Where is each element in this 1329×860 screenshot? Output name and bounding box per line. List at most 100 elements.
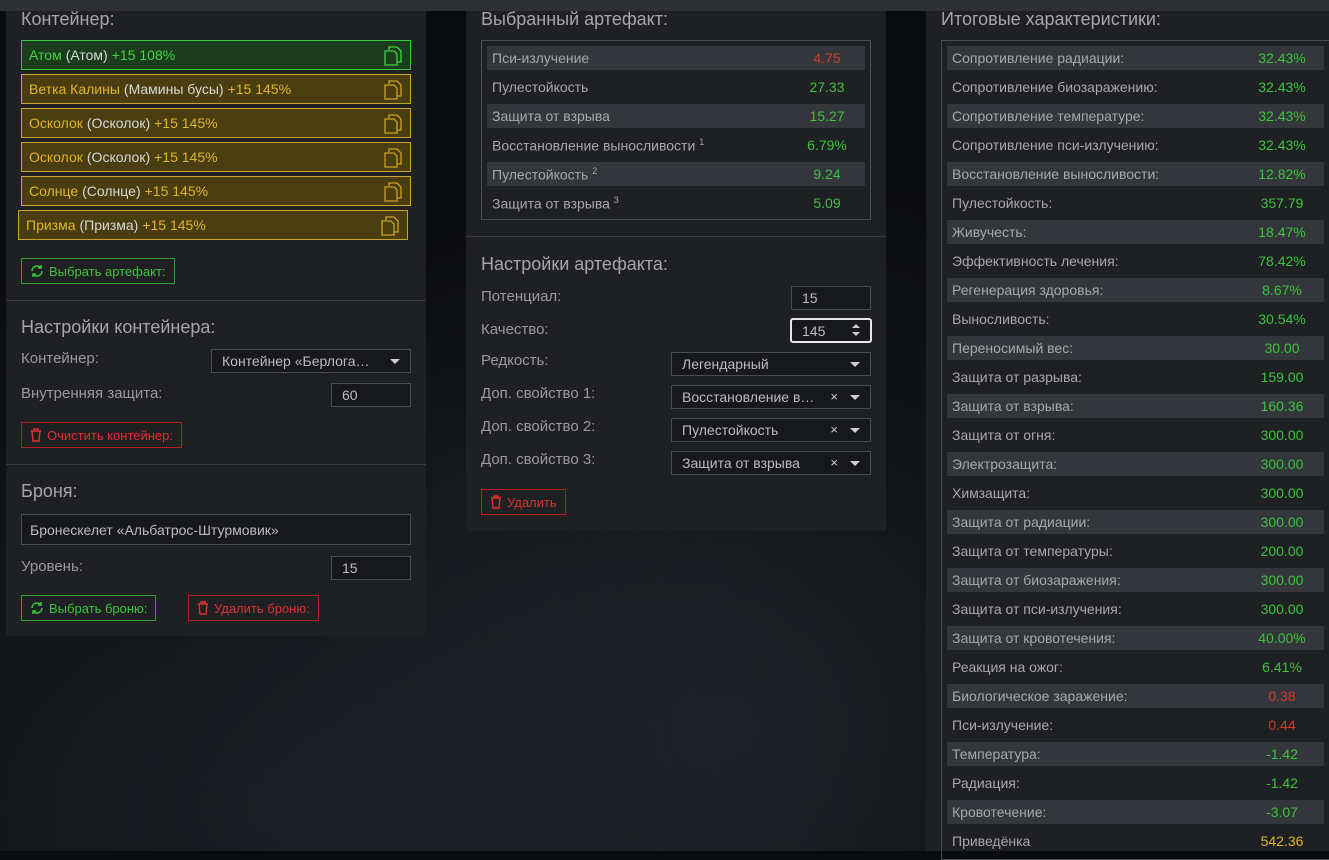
total-value: 542.36 — [1260, 833, 1304, 849]
potential-input[interactable]: 15 — [791, 286, 871, 310]
total-value: 30.00 — [1264, 340, 1300, 356]
total-row: Защита от огня: 300.00 — [947, 423, 1324, 447]
rarity-value: Легендарный — [682, 356, 769, 372]
stat-value: 6.79% — [807, 137, 847, 153]
container-label: Контейнер: — [21, 350, 99, 367]
armor-level-input[interactable]: 15 — [331, 556, 411, 580]
total-value: 159.00 — [1260, 369, 1304, 385]
clear-container-button[interactable]: Очистить контейнер: — [21, 422, 182, 448]
refresh-icon — [31, 265, 43, 277]
total-name: Живучесть: — [952, 224, 1027, 240]
total-row: Реакция на ожог: 6.41% — [947, 655, 1324, 679]
total-value: 300.00 — [1260, 514, 1304, 530]
total-value: -3.07 — [1266, 804, 1298, 820]
totals-stats: Сопротивление радиации: 32.43% Сопротивлен… — [941, 40, 1329, 860]
total-name: Защита от радиации: — [952, 514, 1091, 530]
artifact-slot[interactable]: Призма (Призма) +15 145% — [18, 210, 408, 240]
total-value: 12.82% — [1258, 166, 1306, 182]
total-name: Сопротивление пси-излучению: — [952, 137, 1159, 153]
total-row: Химзащита: 300.00 — [947, 481, 1324, 505]
total-name: Выносливость: — [952, 311, 1050, 327]
total-value: 300.00 — [1260, 485, 1304, 501]
stat-row: Пулестойкость 2 9.24 — [487, 162, 865, 186]
copy-icon[interactable] — [384, 46, 402, 66]
rarity-select[interactable]: Легендарный — [671, 352, 871, 376]
total-row: Сопротивление радиации: 32.43% — [947, 46, 1324, 70]
total-name: Защита от взрыва: — [952, 398, 1074, 414]
container-panel: Контейнер: Атом (Атом) +15 108% Ветка Калин… — [6, 9, 426, 636]
divider — [6, 300, 426, 301]
artifact-slot[interactable]: Ветка Калины (Мамины бусы) +15 145% — [21, 74, 411, 104]
stepper-icon[interactable] — [850, 322, 862, 338]
delete-artifact-button[interactable]: Удалить — [481, 489, 566, 515]
total-row: Биологическое заражение: 0.38 — [947, 684, 1324, 708]
total-value: 300.00 — [1260, 572, 1304, 588]
copy-icon[interactable] — [384, 182, 402, 202]
stat-name: Защита от взрыва — [492, 108, 610, 124]
copy-icon[interactable] — [384, 148, 402, 168]
total-value: 32.43% — [1258, 108, 1306, 124]
artifact-slot[interactable]: Солнце (Солнце) +15 145% — [21, 176, 411, 206]
artifact-alt-name: (Солнце) — [82, 183, 141, 199]
stat-row: Восстановление выносливости 1 6.79% — [487, 133, 865, 157]
armor-input[interactable]: Бронескелет «Альбатрос-Штурмовик» — [21, 514, 411, 545]
total-name: Реакция на ожог: — [952, 659, 1063, 675]
total-row: Сопротивление пси-излучению: 32.43% — [947, 133, 1324, 157]
artifact-name: Осколок — [29, 115, 83, 131]
artifact-slot[interactable]: Осколок (Осколок) +15 145% — [21, 108, 411, 138]
inner-protection-input[interactable]: 60 — [331, 383, 411, 407]
clear-icon[interactable]: × — [830, 455, 838, 470]
quality-input[interactable]: 145 — [790, 318, 872, 343]
stat-value: 15.27 — [809, 108, 845, 124]
artifact-panel: Выбранный артефакт: Пси-излучение 4.75 Пул… — [466, 9, 886, 531]
total-value: 40.00% — [1258, 630, 1306, 646]
quality-value: 145 — [802, 322, 826, 339]
total-row: Сопротивление температуре: 32.43% — [947, 104, 1324, 128]
total-name: Защита от температуры: — [952, 543, 1113, 559]
total-name: Пулестойкость: — [952, 195, 1053, 211]
stat-name: Восстановление выносливости 1 — [492, 136, 705, 154]
total-name: Сопротивление биозаражению: — [952, 79, 1158, 95]
total-value: -1.42 — [1266, 775, 1298, 791]
select-artifact-button[interactable]: Выбрать артефакт: — [21, 258, 175, 284]
extra2-select[interactable]: Пулестойкость × — [671, 418, 871, 442]
select-armor-button[interactable]: Выбрать броню: — [21, 595, 157, 621]
container-select-value: Контейнер «Берлога… — [222, 353, 370, 369]
clear-icon[interactable]: × — [830, 389, 838, 404]
extra3-select[interactable]: Защита от взрыва × — [671, 451, 871, 475]
artifact-slot[interactable]: Осколок (Осколок) +15 145% — [21, 142, 411, 172]
total-name: Биологическое заражение: — [952, 688, 1128, 704]
extra2-label: Доп. свойство 2: — [481, 418, 596, 435]
total-row: Эффективность лечения: 78.42% — [947, 249, 1324, 273]
clear-icon[interactable]: × — [830, 422, 838, 437]
extra3-value: Защита от взрыва — [682, 455, 800, 471]
delete-armor-button[interactable]: Удалить броню: — [188, 595, 319, 621]
total-name: Защита от огня: — [952, 427, 1056, 443]
trash-icon — [491, 495, 501, 509]
container-select[interactable]: Контейнер «Берлога… — [211, 349, 411, 373]
total-row: Пси-излучение: 0.44 — [947, 713, 1324, 737]
extra1-select[interactable]: Восстановление в… × — [671, 385, 871, 409]
total-value: -1.42 — [1266, 746, 1298, 762]
copy-icon[interactable] — [381, 216, 399, 236]
artifact-alt-name: (Мамины бусы) — [123, 81, 224, 97]
total-value: 300.00 — [1260, 427, 1304, 443]
select-artifact-label: Выбрать артефакт: — [49, 263, 166, 279]
inner-protection-label: Внутренняя защита: — [21, 385, 163, 402]
extra2-value: Пулестойкость — [682, 422, 779, 438]
stat-row: Защита от взрыва 3 5.09 — [487, 191, 865, 215]
total-row: Защита от взрыва: 160.36 — [947, 394, 1324, 418]
artifact-name: Ветка Калины — [29, 81, 120, 97]
total-value: 32.43% — [1258, 79, 1306, 95]
artifact-slot[interactable]: Атом (Атом) +15 108% — [21, 40, 411, 70]
total-row: Защита от разрыва: 159.00 — [947, 365, 1324, 389]
extra1-value: Восстановление в… — [682, 389, 815, 405]
copy-icon[interactable] — [384, 80, 402, 100]
total-name: Защита от биозаражения: — [952, 572, 1121, 588]
copy-icon[interactable] — [384, 114, 402, 134]
total-row: Живучесть: 18.47% — [947, 220, 1324, 244]
total-value: 32.43% — [1258, 50, 1306, 66]
total-value: 200.00 — [1260, 543, 1304, 559]
total-row: Защита от пси-излучения: 300.00 — [947, 597, 1324, 621]
total-row: Регенерация здоровья: 8.67% — [947, 278, 1324, 302]
